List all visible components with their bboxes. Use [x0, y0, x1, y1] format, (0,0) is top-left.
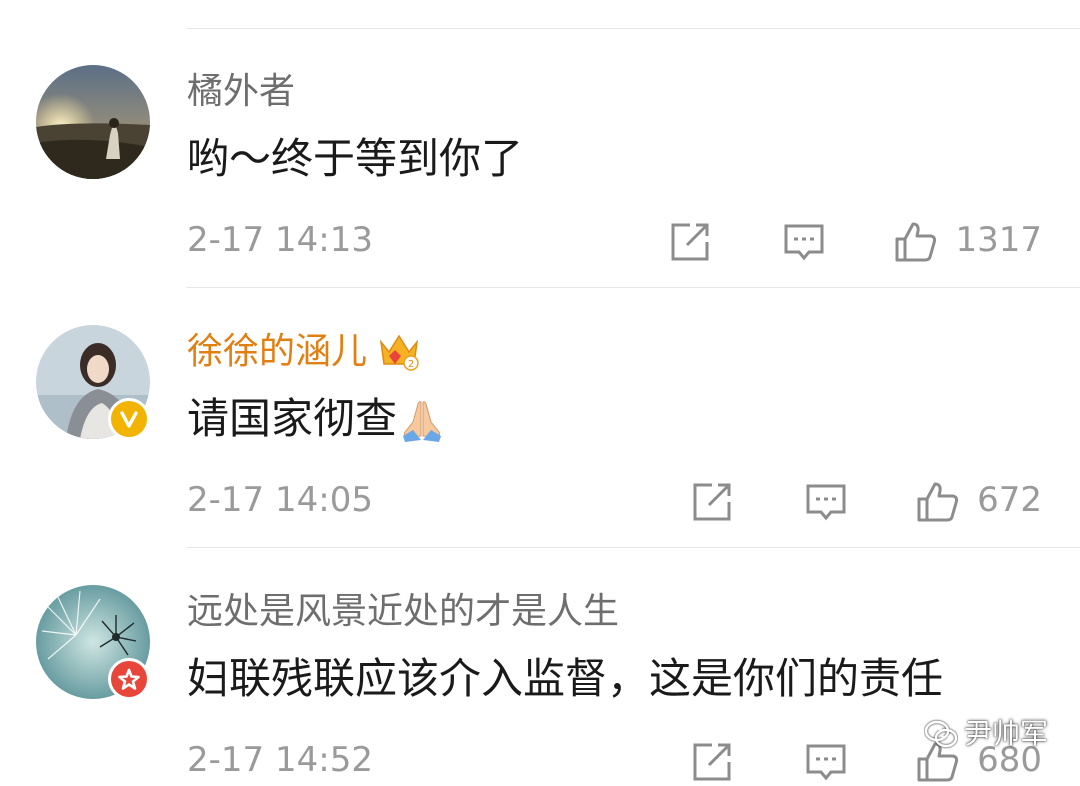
thumbs-up-icon[interactable]	[916, 480, 960, 524]
comment-icon[interactable]	[804, 740, 848, 784]
praying-hands-emoji	[399, 396, 445, 442]
thumbs-up-icon[interactable]	[894, 220, 938, 264]
verified-red-badge	[108, 658, 150, 700]
comment-text: 妇联残联应该介入监督，这是你们的责任	[187, 654, 944, 703]
wechat-icon	[924, 720, 958, 748]
share-icon[interactable]	[690, 740, 734, 784]
username[interactable]: 远处是风景近处的才是人生	[187, 588, 619, 636]
timestamp: 2-17 14:05	[187, 480, 373, 520]
comment-icon[interactable]	[782, 220, 826, 264]
watermark: 尹帅军	[924, 716, 1048, 752]
top-divider	[186, 28, 1080, 29]
comment-item: 橘外者 哟～终于等到你了 2-17 14:13 1317	[0, 30, 1080, 290]
comment-meta: 2-17 14:05 672	[0, 476, 1080, 526]
comment-icon[interactable]	[804, 480, 848, 524]
username[interactable]: 橘外者	[187, 68, 295, 116]
comment-text: 请国家彻查	[187, 390, 445, 448]
like-count: 1317	[955, 220, 1042, 260]
timestamp: 2-17 14:52	[187, 740, 373, 780]
watermark-text: 尹帅军	[963, 717, 1048, 750]
comment-meta: 2-17 14:52 680	[0, 736, 1080, 786]
crown-icon: 2	[377, 330, 421, 374]
svg-text:2: 2	[408, 359, 414, 370]
avatar[interactable]	[36, 65, 150, 179]
comment-meta: 2-17 14:13 1317	[0, 216, 1080, 266]
comment-text: 哟～终于等到你了	[187, 134, 524, 183]
comment-divider	[186, 287, 1080, 288]
like-count: 672	[977, 480, 1042, 520]
comment-item: 远处是风景近处的才是人生 妇联残联应该介入监督，这是你们的责任 2-17 14:…	[0, 550, 1080, 786]
verified-gold-badge	[108, 398, 150, 440]
share-icon[interactable]	[690, 480, 734, 524]
timestamp: 2-17 14:13	[187, 220, 373, 260]
comment-item: 徐徐的涵儿 2 请国家彻查 2-17 14:05 672	[0, 290, 1080, 550]
comment-divider	[186, 547, 1080, 548]
username[interactable]: 徐徐的涵儿 2	[187, 328, 421, 376]
share-icon[interactable]	[668, 220, 712, 264]
